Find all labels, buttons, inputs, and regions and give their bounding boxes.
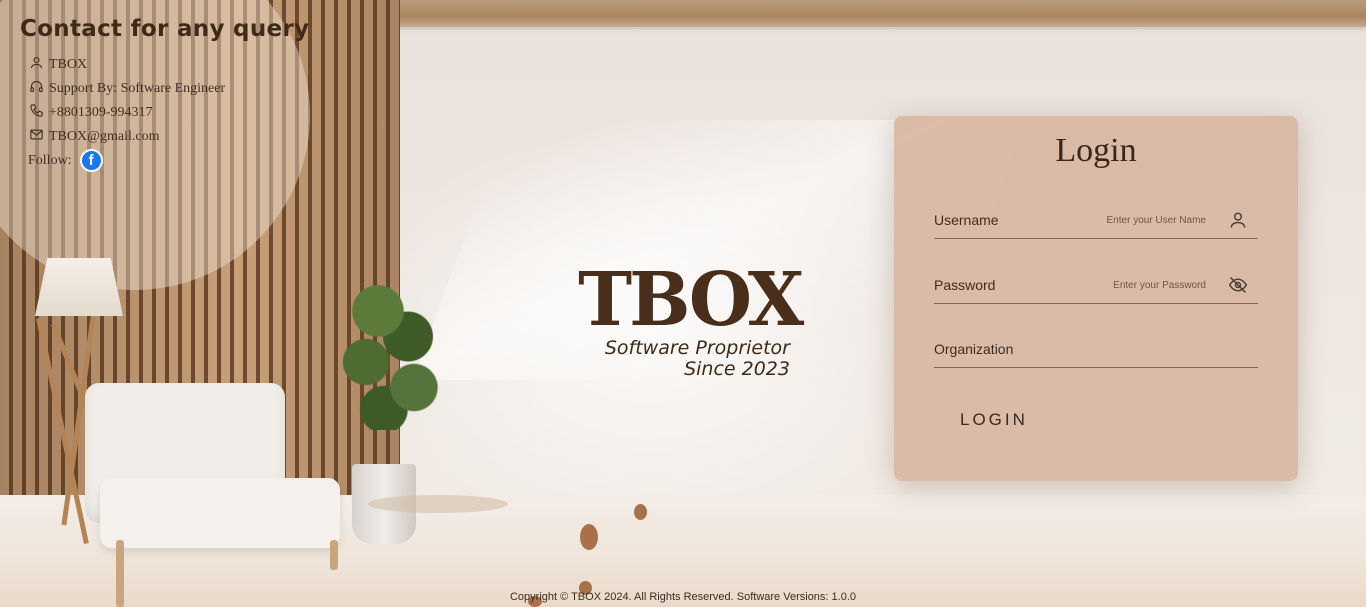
login-title: Login (1055, 132, 1137, 169)
armchair-leg (330, 540, 338, 570)
username-input[interactable] (1034, 214, 1208, 227)
side-table (368, 495, 508, 513)
decor-pebble (580, 524, 598, 550)
contact-phone[interactable]: +8801309-994317 (49, 105, 153, 121)
contact-email[interactable]: TBOX@gmail.com (49, 129, 160, 145)
contact-support-row: Support By: Software Engineer (29, 80, 309, 97)
contact-phone-row: +8801309-994317 (29, 103, 309, 123)
floor-lamp-shade (35, 258, 123, 316)
eye-off-icon[interactable] (1228, 275, 1248, 295)
phone-icon (29, 103, 44, 123)
facebook-icon[interactable]: f (79, 149, 103, 172)
decor-pebble (634, 504, 647, 520)
organization-input[interactable] (1054, 343, 1258, 356)
follow-row: Follow: f (28, 149, 309, 172)
contact-support: Support By: Software Engineer (49, 80, 226, 96)
login-card: Login Username Password Organization LOG… (894, 116, 1298, 481)
logo-wordmark: TBOX (578, 257, 804, 343)
copyright-footer: Copyright © TBOX 2024. All Rights Reserv… (509, 591, 857, 603)
user-icon (29, 55, 44, 75)
user-icon (1228, 210, 1248, 230)
password-field: Password (934, 267, 1258, 304)
organization-label: Organization (934, 341, 1014, 357)
armchair-seat (100, 478, 340, 548)
facebook-glyph: f (88, 152, 94, 169)
logo-since: Since 2023 (684, 358, 790, 380)
mail-icon (29, 127, 44, 147)
password-input[interactable] (1034, 279, 1208, 292)
plant-leaves (330, 260, 450, 430)
contact-name-row: TBOX (29, 56, 309, 73)
login-button[interactable]: LOGIN (940, 400, 1050, 440)
password-label: Password (934, 277, 996, 293)
contact-title: Contact for any query (20, 16, 310, 42)
contact-email-row: TBOX@gmail.com (29, 128, 309, 145)
contact-panel: Contact for any query TBOX Support By: S… (20, 16, 309, 176)
contact-name: TBOX (49, 56, 88, 72)
headset-icon (29, 79, 44, 99)
organization-field: Organization (934, 331, 1258, 368)
follow-label: Follow: (28, 152, 72, 168)
username-field: Username (934, 202, 1258, 239)
brand-logo: TBOX Software Proprietor Since 2023 (576, 257, 804, 380)
username-label: Username (934, 212, 999, 228)
ceiling-beam (395, 0, 1366, 27)
